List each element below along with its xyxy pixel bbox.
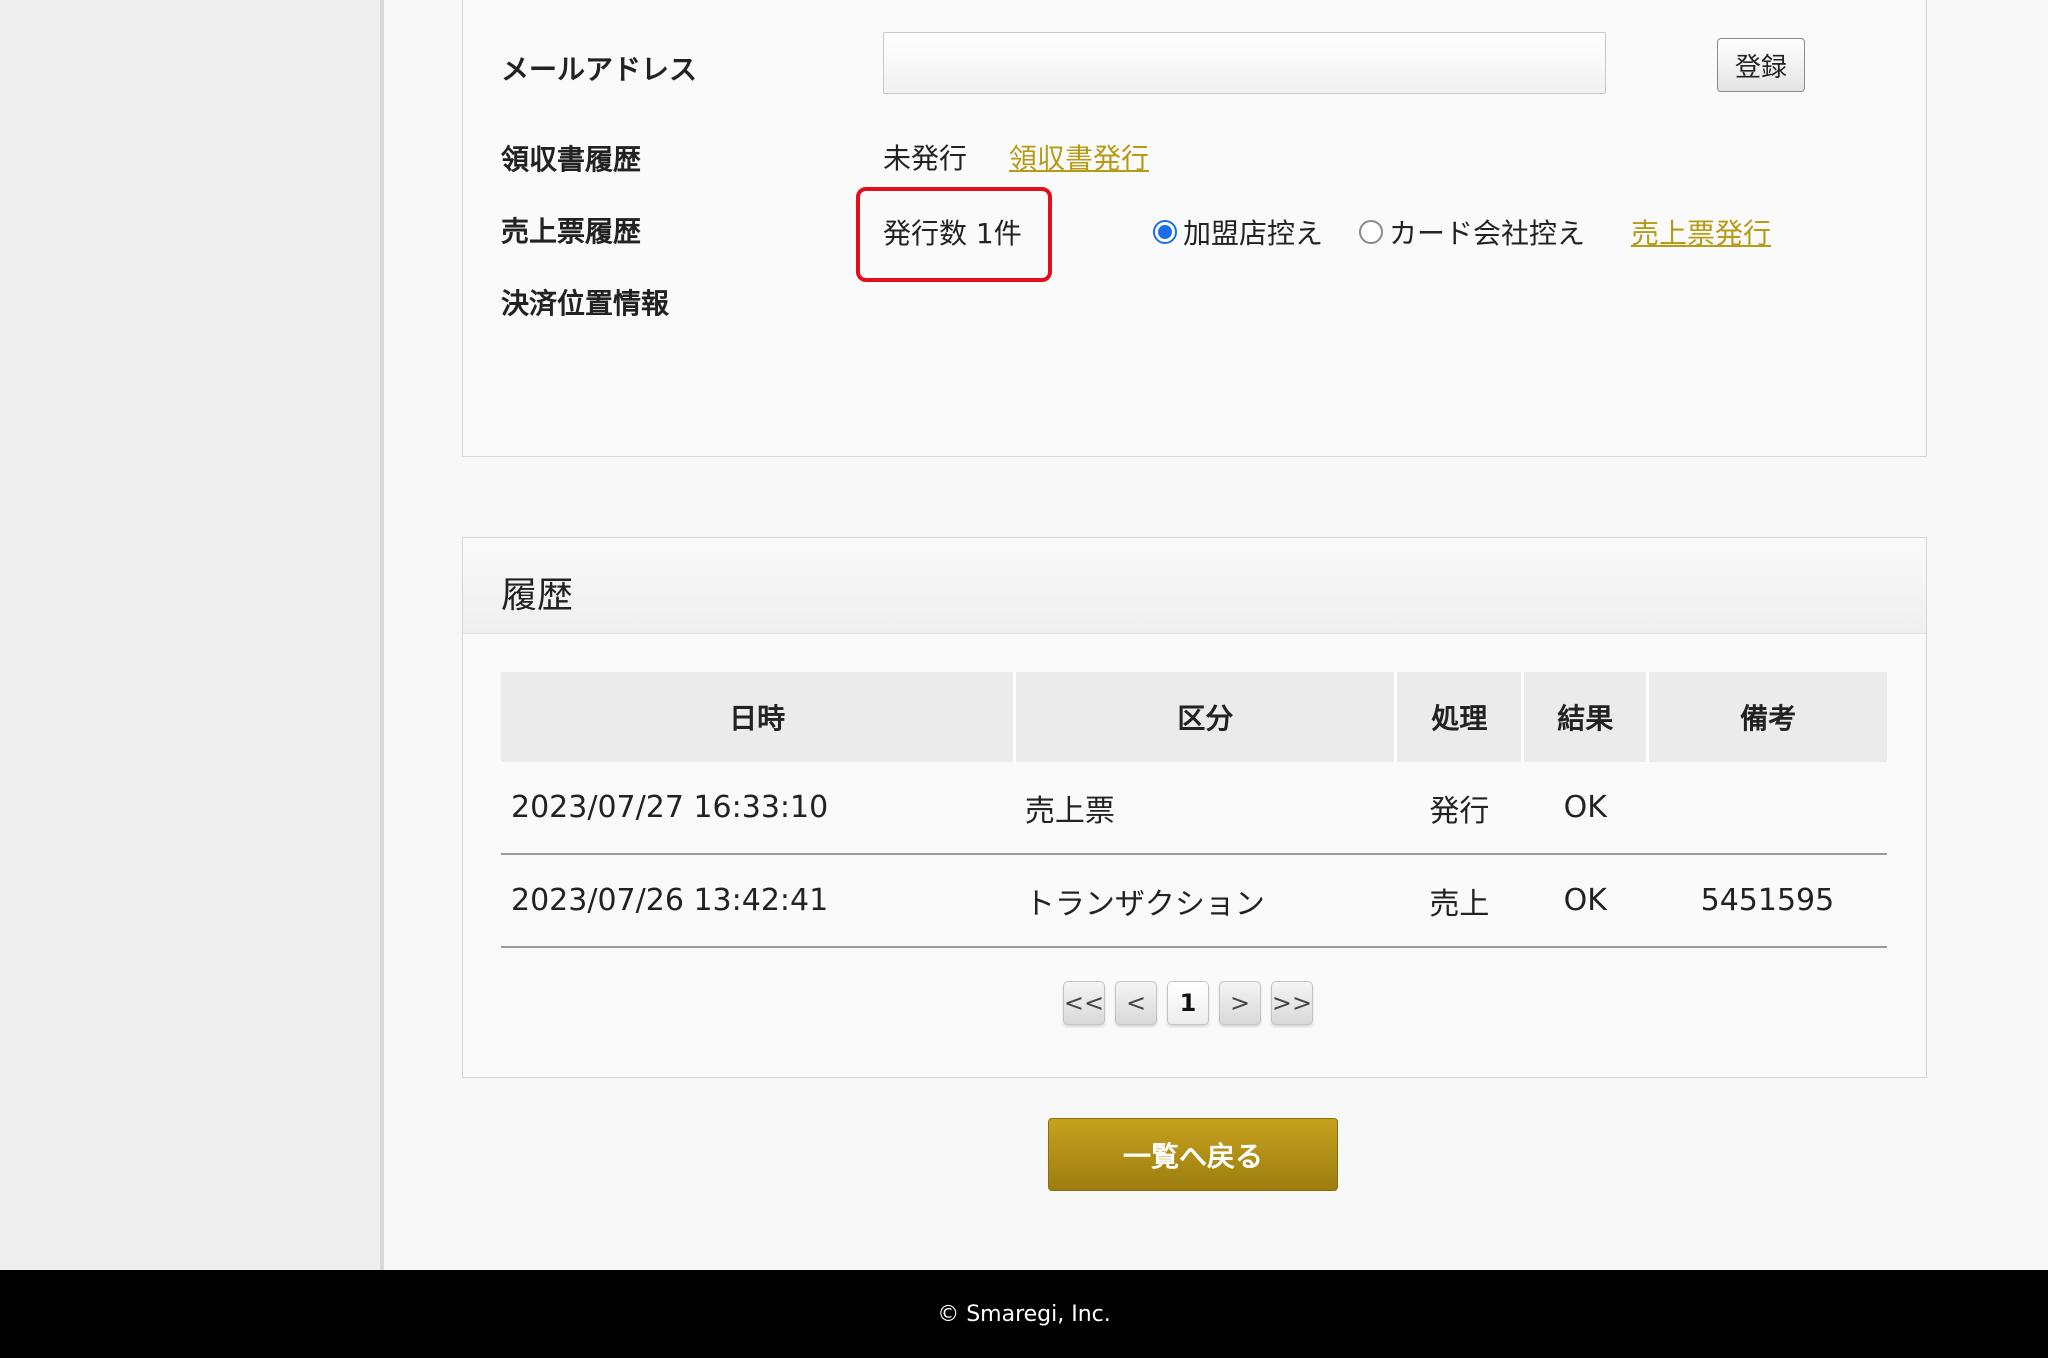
column-header-category: 区分 (1013, 672, 1396, 762)
sales-slip-issue-link[interactable]: 売上票発行 (1631, 212, 1771, 252)
first-page-button[interactable]: << (1063, 981, 1105, 1025)
table-row: 2023/07/27 16:33:10 売上票 発行 OK (501, 762, 1887, 855)
last-page-button[interactable]: >> (1271, 981, 1313, 1025)
receipt-status: 未発行 (883, 142, 968, 175)
history-panel: 履歴 日時 区分 処理 結果 備考 2023/07/27 16:33:10 売上… (462, 537, 1927, 1078)
column-header-note: 備考 (1646, 672, 1887, 762)
register-button[interactable]: 登録 (1717, 38, 1805, 92)
cell-process: 発行 (1395, 762, 1523, 855)
radio-unchecked-icon[interactable] (1359, 220, 1383, 244)
cell-datetime: 2023/07/26 13:42:41 (501, 854, 1015, 948)
radio-checked-icon[interactable] (1153, 220, 1177, 244)
radio-merchant-copy[interactable]: 加盟店控え (1153, 212, 1323, 252)
cell-datetime: 2023/07/27 16:33:10 (501, 762, 1015, 855)
back-to-list-button[interactable]: 一覧へ戻る (1048, 1118, 1338, 1191)
radio-card-company-copy[interactable]: カード会社控え (1359, 212, 1585, 252)
cell-result: OK (1522, 762, 1648, 855)
cell-note: 5451595 (1647, 854, 1887, 948)
prev-page-button[interactable]: < (1115, 981, 1157, 1025)
cell-category: トランザクション (1014, 854, 1396, 948)
copyright-text: © Smaregi, Inc. (937, 1301, 1111, 1327)
email-label: メールアドレス (501, 53, 698, 86)
next-page-button[interactable]: > (1219, 981, 1261, 1025)
pagination: << < 1 > >> (1063, 981, 1313, 1025)
cell-process: 売上 (1395, 854, 1523, 948)
receipt-history-label: 領収書履歴 (501, 143, 642, 176)
history-title: 履歴 (501, 575, 574, 616)
table-header-row: 日時 区分 処理 結果 備考 (501, 672, 1887, 762)
sales-slip-history-label: 売上票履歴 (501, 215, 642, 248)
email-input[interactable] (883, 32, 1606, 94)
highlight-annotation-box (856, 187, 1052, 282)
main-content: メールアドレス 登録 領収書履歴 未発行 領収書発行 売上票履歴 発行数 1件 … (384, 0, 2048, 1270)
receipt-issue-link[interactable]: 領収書発行 (1009, 137, 1149, 177)
column-header-process: 処理 (1394, 672, 1523, 762)
history-header: 履歴 (463, 538, 1926, 634)
left-sidebar (0, 0, 384, 1270)
column-header-result: 結果 (1521, 672, 1648, 762)
cell-category: 売上票 (1014, 762, 1396, 855)
history-table: 日時 区分 処理 結果 備考 2023/07/27 16:33:10 売上票 発… (501, 672, 1887, 948)
column-header-datetime: 日時 (501, 672, 1015, 762)
current-page-button[interactable]: 1 (1167, 981, 1209, 1025)
radio-merchant-copy-label: 加盟店控え (1183, 217, 1324, 250)
radio-card-company-copy-label: カード会社控え (1389, 217, 1586, 250)
cell-note (1647, 762, 1887, 855)
footer: © Smaregi, Inc. (0, 1270, 2048, 1358)
cell-result: OK (1522, 854, 1648, 948)
payment-location-label: 決済位置情報 (501, 287, 670, 320)
table-row: 2023/07/26 13:42:41 トランザクション 売上 OK 54515… (501, 854, 1887, 948)
transaction-info-panel: メールアドレス 登録 領収書履歴 未発行 領収書発行 売上票履歴 発行数 1件 … (462, 0, 1927, 457)
